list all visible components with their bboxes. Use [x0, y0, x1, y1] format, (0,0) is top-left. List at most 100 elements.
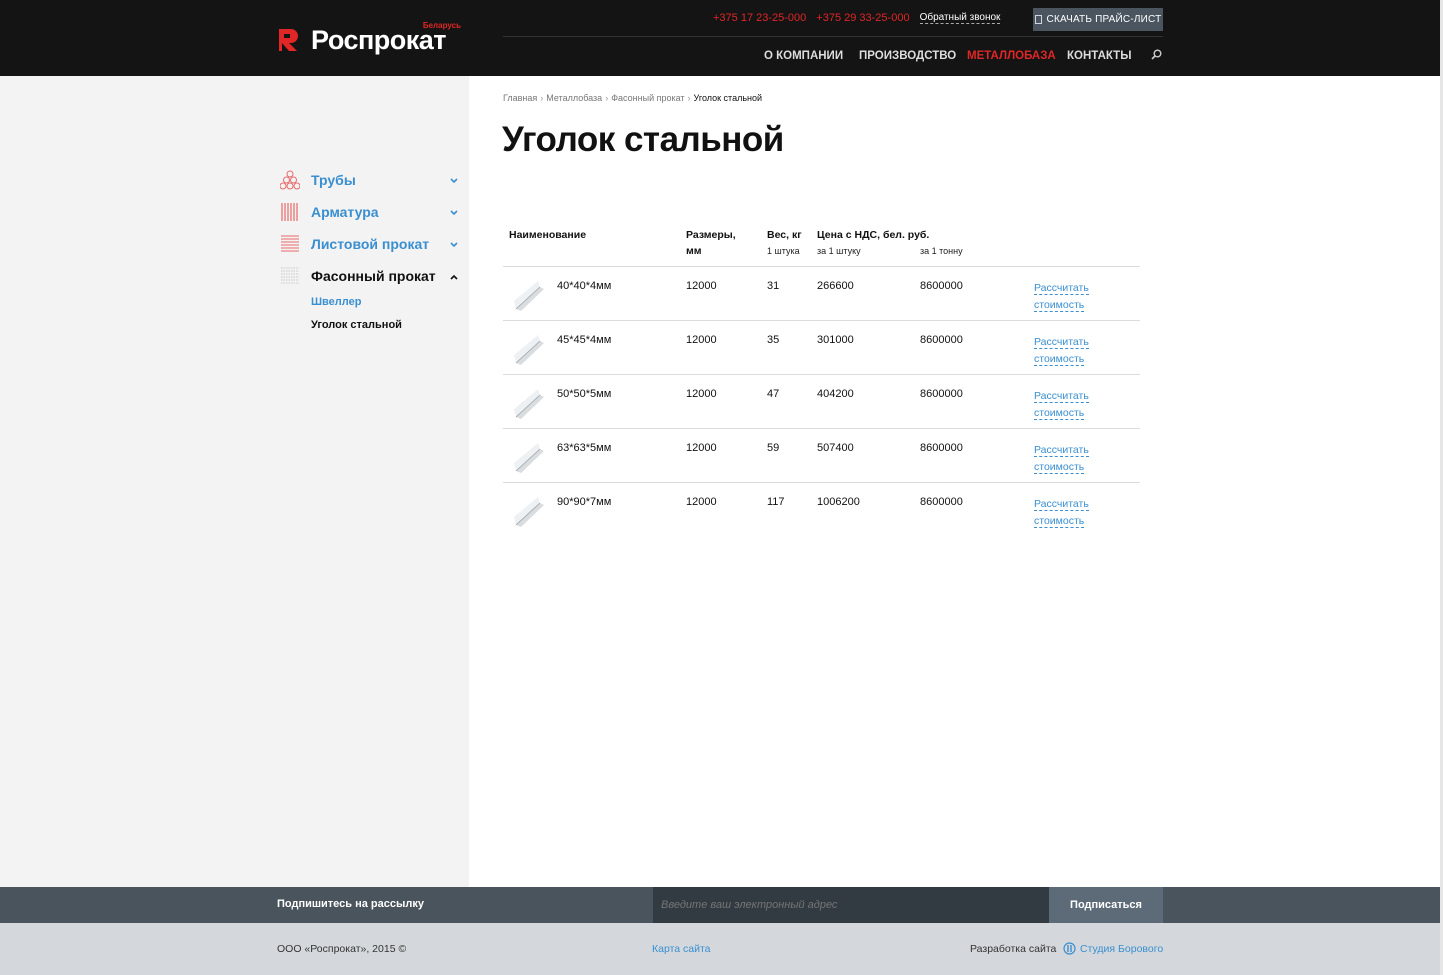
- logo-text: Роспрокат: [311, 25, 447, 55]
- email-input[interactable]: [653, 887, 1049, 923]
- calc-line-2: стоимость: [1034, 299, 1085, 312]
- row-size: 12000: [686, 496, 717, 508]
- steel-angle-image: [514, 335, 544, 365]
- site-logo[interactable]: Роспрокат Беларусь: [277, 21, 463, 56]
- chevron-down-icon[interactable]: [449, 240, 459, 250]
- phone-list: +375 17 23-25-000 +375 29 33-25-000 Обра…: [713, 12, 1001, 24]
- copyright: ООО «Роспрокат», 2015 ©: [277, 943, 407, 955]
- table-row: 45*45*4мм 12000 35 301000 8600000 Рассчи…: [503, 321, 1140, 375]
- row-weight: 59: [767, 442, 780, 454]
- header-price-unit: за 1 штуку: [817, 246, 861, 256]
- row-price-unit: 404200: [817, 388, 854, 400]
- chevron-down-icon[interactable]: [449, 176, 459, 186]
- page-title: Уголок стальной: [502, 120, 784, 159]
- header-name: Наименование: [509, 229, 587, 241]
- row-price-unit: 301000: [817, 334, 854, 346]
- sidebar-item-rebar[interactable]: Арматура: [280, 201, 379, 223]
- row-name: 40*40*4мм: [557, 280, 612, 292]
- row-price-unit: 507400: [817, 442, 854, 454]
- header-price-ton: за 1 тонну: [920, 246, 963, 256]
- calculate-cost-link[interactable]: Рассчитать стоимость: [1034, 280, 1089, 314]
- row-price-ton: 8600000: [920, 280, 963, 292]
- sidebar: [0, 76, 469, 887]
- search-icon[interactable]: [1151, 49, 1162, 60]
- row-name: 45*45*4мм: [557, 334, 612, 346]
- calc-line-1: Рассчитать: [1034, 390, 1089, 403]
- row-size: 12000: [686, 388, 717, 400]
- site-header: Роспрокат Беларусь +375 17 23-25-000 +37…: [0, 0, 1443, 76]
- download-price-label: СКАЧАТЬ ПРАЙС-ЛИСТ: [1046, 14, 1162, 25]
- calc-line-2: стоимость: [1034, 515, 1085, 528]
- callback-link[interactable]: Обратный звонок: [919, 12, 1001, 24]
- nav-item-metalbase[interactable]: МЕТАЛЛОБАЗА: [967, 50, 1067, 62]
- rebar-icon: [281, 203, 298, 221]
- row-price-ton: 8600000: [920, 442, 963, 454]
- sidebar-item-label: Листовой прокат: [311, 236, 430, 252]
- header-size-unit: мм: [686, 245, 702, 257]
- sidebar-subitem-angle[interactable]: Уголок стальной: [311, 319, 402, 331]
- calc-line-1: Рассчитать: [1034, 498, 1089, 511]
- row-size: 12000: [686, 280, 717, 292]
- nav-item-contacts[interactable]: КОНТАКТЫ: [1067, 50, 1137, 62]
- studio-link[interactable]: Студия Борового: [1080, 943, 1163, 955]
- subscribe-bar: Подпишитесь на рассылку Подписаться: [0, 887, 1443, 923]
- sidebar-item-pipes[interactable]: Трубы: [280, 169, 356, 191]
- nav-item-production[interactable]: ПРОИЗВОДСТВО: [859, 50, 967, 62]
- phone-1[interactable]: +375 17 23-25-000: [713, 12, 806, 24]
- breadcrumb-separator-icon: ›: [540, 93, 544, 103]
- table-row: 90*90*7мм 12000 117 1006200 8600000 Расс…: [503, 483, 1140, 537]
- breadcrumb-item[interactable]: Металлобаза: [546, 93, 602, 103]
- table-header: Наименование Размеры, мм Вес, кг 1 штука…: [503, 226, 1140, 267]
- sidebar-item-sheet[interactable]: Листовой прокат: [280, 233, 429, 255]
- subscribe-button[interactable]: Подписаться: [1049, 887, 1163, 923]
- table-row: 40*40*4мм 12000 31 266600 8600000 Рассчи…: [503, 267, 1140, 321]
- calculate-cost-link[interactable]: Рассчитать стоимость: [1034, 496, 1089, 530]
- logo-country: Беларусь: [422, 21, 461, 30]
- logo-mark-icon: [279, 29, 298, 51]
- breadcrumb-item[interactable]: Фасонный прокат: [611, 93, 684, 103]
- sidebar-item-label: Фасонный прокат: [311, 268, 436, 284]
- table-row: 50*50*5мм 12000 47 404200 8600000 Рассчи…: [503, 375, 1140, 429]
- pipes-icon: [280, 170, 300, 190]
- row-weight: 31: [767, 280, 780, 292]
- chevron-up-icon[interactable]: [449, 272, 459, 282]
- download-price-button[interactable]: СКАЧАТЬ ПРАЙС-ЛИСТ: [1033, 8, 1163, 31]
- nav-item-company[interactable]: О КОМПАНИИ: [764, 50, 859, 62]
- chevron-down-icon[interactable]: [449, 208, 459, 218]
- header-size: Размеры,: [686, 229, 736, 241]
- subscribe-label: Подпишитесь на рассылку: [277, 898, 424, 910]
- header-divider: [503, 36, 1163, 37]
- sitemap-link[interactable]: Карта сайта: [652, 943, 711, 955]
- calculate-cost-link[interactable]: Рассчитать стоимость: [1034, 334, 1089, 368]
- row-price-ton: 8600000: [920, 388, 963, 400]
- steel-angle-image: [514, 389, 544, 419]
- calculate-cost-link[interactable]: Рассчитать стоимость: [1034, 442, 1089, 476]
- row-name: 63*63*5мм: [557, 442, 612, 454]
- phone-2[interactable]: +375 29 33-25-000: [816, 12, 909, 24]
- breadcrumb-item[interactable]: Главная: [503, 93, 537, 103]
- header-weight: Вес, кг: [767, 229, 802, 241]
- calculate-cost-link[interactable]: Рассчитать стоимость: [1034, 388, 1089, 422]
- calc-line-2: стоимость: [1034, 353, 1085, 366]
- steel-angle-image: [514, 281, 544, 311]
- sidebar-subitem-channel[interactable]: Швеллер: [311, 296, 361, 308]
- row-weight: 117: [767, 496, 785, 508]
- breadcrumb: Главная › Металлобаза › Фасонный прокат › Угол…: [503, 93, 762, 103]
- row-price-unit: 266600: [817, 280, 854, 292]
- calc-line-1: Рассчитать: [1034, 336, 1089, 349]
- site-footer: ООО «Роспрокат», 2015 © Карта сайта Разр…: [0, 923, 1443, 975]
- row-price-ton: 8600000: [920, 334, 963, 346]
- breadcrumb-separator-icon: ›: [605, 93, 609, 103]
- profile-icon: [281, 267, 299, 284]
- sidebar-item-label: Трубы: [311, 172, 356, 188]
- sheet-icon: [281, 235, 299, 252]
- row-weight: 47: [767, 388, 780, 400]
- header-weight-unit: 1 штука: [767, 246, 800, 256]
- row-price-ton: 8600000: [920, 496, 963, 508]
- sidebar-item-profile[interactable]: Фасонный прокат: [280, 265, 436, 287]
- row-name: 50*50*5мм: [557, 388, 612, 400]
- developer-label: Разработка сайта: [970, 943, 1057, 955]
- breadcrumb-current: Уголок стальной: [693, 93, 763, 103]
- row-name: 90*90*7мм: [557, 496, 612, 508]
- calc-line-2: стоимость: [1034, 461, 1085, 474]
